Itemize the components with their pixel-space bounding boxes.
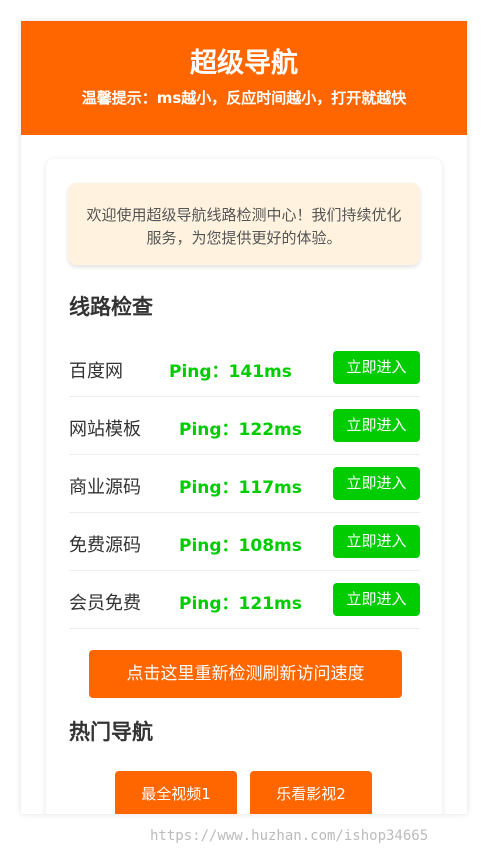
page-title: 超级导航: [190, 48, 298, 79]
welcome-notice: 欢迎使用超级导航线路检测中心！我们持续优化服务，为您提供更好的体验。: [68, 183, 420, 265]
line-name: 百度网: [69, 361, 123, 382]
line-name: 免费源码: [69, 535, 141, 556]
line-row-member: 会员免费 Ping：121ms 立即进入: [69, 571, 420, 629]
line-check-title: 线路检查: [69, 295, 153, 319]
welcome-notice-text: 欢迎使用超级导航线路检测中心！我们持续优化服务，为您提供更好的体验。: [86, 206, 402, 247]
line-row-template: 网站模板 Ping：122ms 立即进入: [69, 397, 420, 455]
line-ping: Ping：108ms: [179, 536, 302, 556]
enter-button-member[interactable]: 立即进入: [333, 583, 420, 616]
enter-button-free[interactable]: 立即进入: [333, 525, 420, 558]
header: 超级导航 温馨提示：ms越小，反应时间越小，打开就越快: [21, 21, 467, 135]
hot-nav-button-movies[interactable]: 乐看影视2: [250, 771, 372, 814]
watermark: https://www.huzhan.com/ishop34665: [150, 828, 429, 844]
line-ping: Ping：122ms: [179, 420, 302, 440]
line-ping: Ping：141ms: [169, 362, 292, 382]
enter-button-template[interactable]: 立即进入: [333, 409, 420, 442]
line-row-free: 免费源码 Ping：108ms 立即进入: [69, 513, 420, 571]
hot-nav-title: 热门导航: [69, 720, 153, 744]
line-row-commercial: 商业源码 Ping：117ms 立即进入: [69, 455, 420, 513]
line-name: 会员免费: [69, 593, 141, 614]
page: 超级导航 温馨提示：ms越小，反应时间越小，打开就越快 欢迎使用超级导航线路检测…: [21, 21, 467, 814]
recheck-button[interactable]: 点击这里重新检测刷新访问速度: [89, 650, 402, 698]
line-ping: Ping：121ms: [179, 594, 302, 614]
line-name: 商业源码: [69, 477, 141, 498]
header-tip: 温馨提示：ms越小，反应时间越小，打开就越快: [81, 89, 407, 107]
line-ping: Ping：117ms: [179, 478, 302, 498]
line-name: 网站模板: [69, 419, 141, 440]
enter-button-baidu[interactable]: 立即进入: [333, 351, 420, 384]
enter-button-commercial[interactable]: 立即进入: [333, 467, 420, 500]
hot-nav-button-video[interactable]: 最全视频1: [115, 771, 237, 814]
main-card: 欢迎使用超级导航线路检测中心！我们持续优化服务，为您提供更好的体验。 线路检查 …: [46, 159, 442, 814]
line-row-baidu: 百度网 Ping：141ms 立即进入: [69, 339, 420, 397]
